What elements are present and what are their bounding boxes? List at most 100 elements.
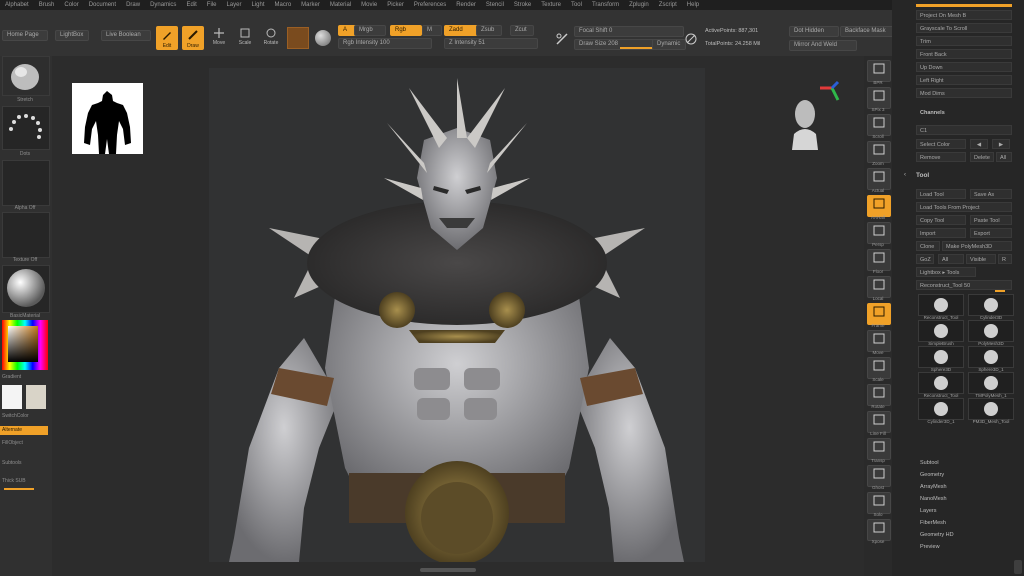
texture-slot[interactable] — [2, 212, 50, 258]
delete-all-button[interactable]: All — [996, 152, 1012, 162]
shelf-button-line-fill[interactable] — [867, 411, 891, 433]
menu-item[interactable]: Light — [246, 2, 269, 8]
move-button[interactable]: Move — [209, 28, 229, 50]
shelf-button-frame[interactable] — [867, 303, 891, 325]
menu-item[interactable]: Color — [59, 2, 83, 8]
shelf-button-solo[interactable] — [867, 492, 891, 514]
tool-thumbnail[interactable] — [968, 346, 1014, 368]
tool-thumbnail[interactable] — [918, 294, 964, 316]
menu-item[interactable]: Texture — [536, 2, 566, 8]
shelf-button-ghost[interactable] — [867, 465, 891, 487]
brush-settings-icon[interactable] — [684, 32, 698, 46]
zsub-toggle[interactable]: Zsub — [476, 25, 502, 36]
paste-tool-button[interactable]: Paste Tool — [970, 215, 1012, 225]
texture-sphere-icon[interactable] — [315, 30, 331, 46]
mirror-weld-button[interactable]: Mirror And Weld — [789, 40, 857, 51]
m-toggle[interactable]: M — [422, 25, 442, 36]
tray-section-geometry-hd[interactable]: Geometry HD — [920, 532, 954, 538]
tray-section-subtool[interactable]: Subtool — [920, 460, 939, 466]
channel-value[interactable]: C1 — [916, 125, 1012, 135]
load-from-project-button[interactable]: Load Tools From Project — [916, 202, 1012, 212]
tray-top-item[interactable]: Trim — [916, 36, 1012, 46]
shelf-button-actual[interactable] — [867, 168, 891, 190]
shelf-button-transp[interactable] — [867, 438, 891, 460]
select-color-button[interactable]: Select Color — [916, 139, 966, 149]
tool-thumbnail[interactable] — [968, 320, 1014, 342]
shelf-button-bpr[interactable] — [867, 60, 891, 82]
mrgb-toggle[interactable]: Mrgb — [354, 25, 386, 36]
load-tool-button[interactable]: Load Tool — [916, 189, 966, 199]
menu-item[interactable]: Brush — [34, 2, 60, 8]
backface-mask-button[interactable]: Backface Mask — [840, 26, 896, 37]
scale-button[interactable]: Scale — [235, 28, 255, 50]
menu-item[interactable]: Zscript — [654, 2, 682, 8]
next-channel-button[interactable]: ▶ — [992, 139, 1010, 149]
axis-gizmo[interactable] — [812, 80, 846, 114]
menu-item[interactable]: Stroke — [509, 2, 536, 8]
menu-item[interactable]: Alphabet — [0, 2, 34, 8]
shelf-button-scroll[interactable] — [867, 114, 891, 136]
tray-top-item[interactable]: Left Right — [916, 75, 1012, 85]
tray-scroll-handle[interactable] — [1014, 560, 1022, 574]
goz-all-button[interactable]: All — [938, 254, 964, 264]
tool-thumbnail[interactable] — [968, 398, 1014, 420]
tool-thumbnail[interactable] — [918, 346, 964, 368]
visible-button[interactable]: Visible — [966, 254, 996, 264]
fill-object-button[interactable]: FillObject — [2, 440, 48, 446]
shelf-button-spix-3[interactable] — [867, 87, 891, 109]
zcut-toggle[interactable]: Zcut — [510, 25, 534, 36]
zadd-toggle[interactable]: Zadd — [444, 25, 478, 36]
tray-section-geometry[interactable]: Geometry — [920, 472, 944, 478]
menu-item[interactable]: Render — [451, 2, 481, 8]
tray-top-item[interactable]: Grayscale To Scroll — [916, 23, 1012, 33]
z-intensity-slider[interactable]: Z Intensity 51 — [444, 38, 538, 49]
rgb-intensity-slider[interactable]: Rgb Intensity 100 — [338, 38, 432, 49]
tray-top-slider[interactable] — [916, 4, 1012, 7]
canvas-scrollbar[interactable] — [420, 568, 476, 572]
stroke-slot[interactable] — [2, 106, 50, 150]
menu-item[interactable]: Zplugin — [624, 2, 654, 8]
menu-item[interactable]: Layer — [221, 2, 246, 8]
menu-item[interactable]: Document — [84, 2, 121, 8]
shelf-button-rotate[interactable] — [867, 384, 891, 406]
copy-tool-button[interactable]: Copy Tool — [916, 215, 966, 225]
tool-thumbnail[interactable] — [918, 320, 964, 342]
main-color-swatch[interactable] — [2, 385, 22, 409]
tray-section-nanomesh[interactable]: NanoMesh — [920, 496, 947, 502]
alpha-slot[interactable] — [2, 160, 50, 206]
menu-item[interactable]: File — [202, 2, 222, 8]
menu-item[interactable]: Material — [325, 2, 356, 8]
menu-item[interactable]: Help — [682, 2, 704, 8]
tool-thumbnail[interactable] — [918, 398, 964, 420]
goz-button[interactable]: GoZ — [916, 254, 934, 264]
tray-top-item[interactable]: Project On Mesh B — [916, 10, 1012, 20]
tray-top-item[interactable]: Mod Dims — [916, 88, 1012, 98]
shelf-button-persp[interactable] — [867, 222, 891, 244]
menu-item[interactable]: Preferences — [409, 2, 451, 8]
save-as-button[interactable]: Save As — [970, 189, 1012, 199]
sculptris-icon[interactable] — [555, 32, 569, 46]
tray-section-layers[interactable]: Layers — [920, 508, 937, 514]
r-button[interactable]: R — [998, 254, 1012, 264]
tool-thumbnail[interactable] — [968, 372, 1014, 394]
remove-channel-button[interactable]: Remove — [916, 152, 966, 162]
lightbox-tools-button[interactable]: Lightbox ▸ Tools — [916, 267, 976, 277]
menu-item[interactable]: Stencil — [481, 2, 509, 8]
shelf-button-xpose[interactable] — [867, 519, 891, 541]
draw-button[interactable]: Draw — [182, 26, 204, 50]
reconstruct-tool-slider[interactable]: Reconstruct_Tool 50 — [916, 280, 1012, 290]
clone-button[interactable]: Clone — [916, 241, 940, 251]
menu-item[interactable]: Macro — [269, 2, 296, 8]
make-polymesh-button[interactable]: Make PolyMesh3D — [942, 241, 1012, 251]
tray-section-preview[interactable]: Preview — [920, 544, 940, 550]
dot-hidden-button[interactable]: Dot Hidden — [789, 26, 839, 37]
menu-item[interactable]: Movie — [356, 2, 382, 8]
delete-channel-button[interactable]: Delete — [970, 152, 994, 162]
material-slot[interactable] — [2, 265, 50, 313]
focal-shift-slider[interactable]: Focal Shift 0 — [574, 26, 684, 37]
import-button[interactable]: Import — [916, 228, 966, 238]
switch-color-button[interactable]: SwitchColor — [2, 413, 48, 419]
menu-item[interactable]: Picker — [382, 2, 409, 8]
color-square[interactable] — [8, 326, 38, 362]
menu-item[interactable]: Transform — [587, 2, 624, 8]
